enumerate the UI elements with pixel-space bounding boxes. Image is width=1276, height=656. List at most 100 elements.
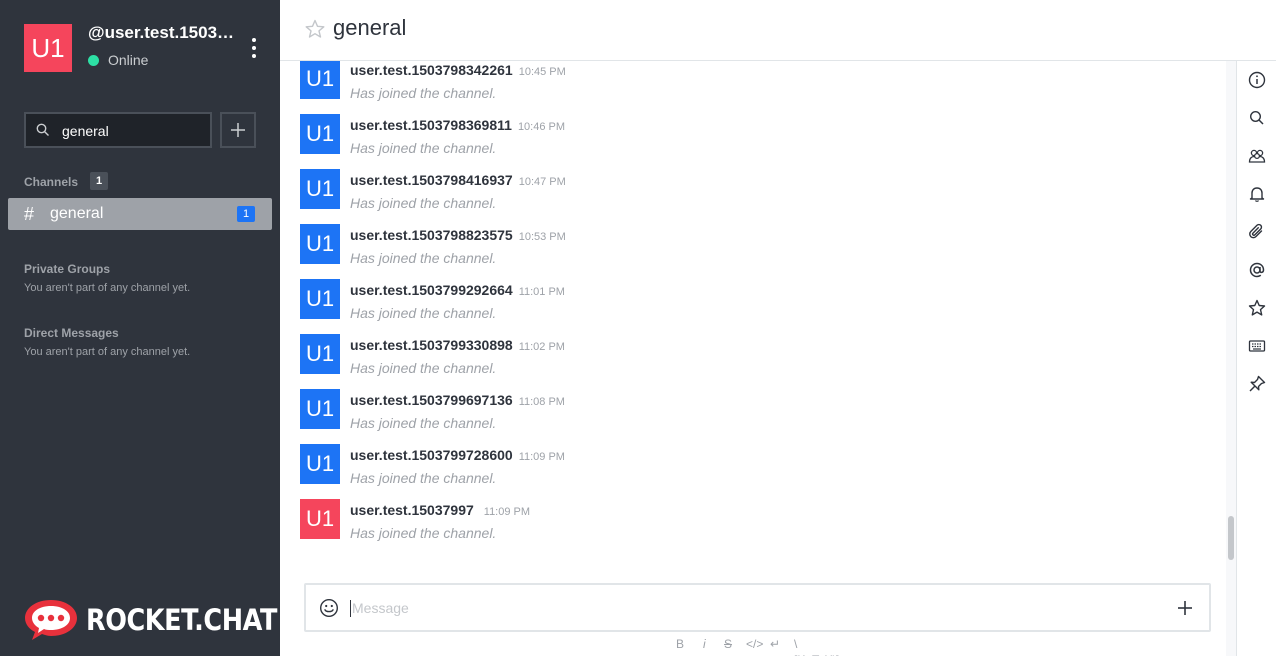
text-caret: [350, 600, 351, 617]
message-username[interactable]: user.test.1503799697136: [350, 392, 513, 408]
scrollbar-thumb[interactable]: [1228, 516, 1234, 560]
message-username[interactable]: user.test.1503799728600: [350, 447, 513, 463]
message-timestamp: 11:01 PM: [518, 286, 565, 298]
message: U1 user.test.1503798369811 10:46 PM Has j…: [300, 114, 1200, 158]
multiline-button[interactable]: ↵: [770, 636, 780, 652]
message: U1 user.test.1503799292664 11:01 PM Has j…: [300, 279, 1200, 323]
star-icon[interactable]: [1248, 299, 1266, 317]
message-avatar[interactable]: U1: [300, 61, 340, 99]
message-body: Has joined the channel.: [350, 305, 497, 321]
message-composer[interactable]: [304, 583, 1211, 632]
message-author[interactable]: user.test.1503798342261 10:45 PM: [350, 62, 566, 80]
code-button[interactable]: </>: [746, 636, 763, 652]
message-username[interactable]: user.test.1503799292664: [350, 282, 513, 298]
add-attachment-plus-icon[interactable]: [1177, 600, 1193, 616]
strike-button[interactable]: S: [724, 636, 732, 652]
message-author[interactable]: user.test.1503798416937 10:47 PM: [350, 172, 566, 190]
rocket-logo-icon: [25, 600, 77, 640]
kebab-menu-icon[interactable]: [248, 38, 260, 58]
message-avatar[interactable]: U1: [300, 279, 340, 319]
message-timestamp: 11:09 PM: [483, 506, 531, 518]
message-author[interactable]: user.test.15037997 11:09 PM: [350, 502, 530, 520]
message-username[interactable]: user.test.1503798416937: [350, 172, 513, 188]
message-timestamp: 11:09 PM: [518, 451, 565, 463]
message-timestamp: 10:46 PM: [517, 121, 566, 133]
logo-text: ROCKET.CHAT: [86, 603, 277, 637]
message: U1 user.test.1503799728600 11:09 PM Has j…: [300, 444, 1200, 488]
channels-count-badge: 1: [90, 172, 108, 190]
create-channel-button[interactable]: [220, 112, 256, 148]
user-header[interactable]: U1 @user.test.1503799728600 Online: [24, 24, 272, 72]
message-author[interactable]: user.test.1503799292664 11:01 PM: [350, 282, 565, 300]
search-input[interactable]: [62, 122, 202, 140]
unread-badge: 1: [237, 206, 255, 222]
direct-messages-empty-text: You aren't part of any channel yet.: [24, 346, 191, 358]
italic-button[interactable]: i: [703, 636, 706, 652]
message-author[interactable]: user.test.1503799330898 11:02 PM: [350, 337, 565, 355]
message: U1 user.test.1503799697136 11:08 PM Has j…: [300, 389, 1200, 433]
favorite-star-icon[interactable]: [305, 19, 325, 39]
message-avatar[interactable]: U1: [300, 169, 340, 209]
message-body: Has joined the channel.: [350, 360, 497, 376]
message-timestamp: 11:08 PM: [518, 396, 565, 408]
message-timestamp: 10:53 PM: [518, 231, 566, 243]
message-username[interactable]: user.test.15037997: [350, 502, 474, 518]
message-body: Has joined the channel.: [350, 525, 497, 541]
message-avatar[interactable]: U1: [300, 444, 340, 484]
message-list[interactable]: U1 user.test.1503798342261 10:45 PM Has j…: [280, 61, 1226, 571]
katex-button[interactable]: \[KaTeX\]: [794, 636, 839, 656]
status-label: Online: [108, 52, 149, 68]
message: U1 user.test.1503799330898 11:02 PM Has j…: [300, 334, 1200, 378]
bell-icon[interactable]: [1248, 185, 1266, 203]
plus-icon: [231, 123, 245, 137]
message-avatar[interactable]: U1: [300, 224, 340, 264]
message: U1 user.test.15037997 11:09 PM Has joined…: [300, 499, 1200, 543]
bold-button[interactable]: B: [676, 636, 684, 652]
paperclip-icon[interactable]: [1248, 223, 1266, 241]
message-avatar[interactable]: U1: [300, 334, 340, 374]
room-title: general: [333, 15, 407, 40]
message-author[interactable]: user.test.1503798369811 10:46 PM: [350, 117, 565, 135]
message-input[interactable]: [352, 599, 1132, 617]
message: U1 user.test.1503798823575 10:53 PM Has j…: [300, 224, 1200, 268]
rocket-chat-logo: ROCKET.CHAT: [24, 598, 277, 642]
status-online-icon: [88, 55, 99, 66]
message-avatar[interactable]: U1: [300, 114, 340, 154]
message-body: Has joined the channel.: [350, 470, 497, 486]
message-body: Has joined the channel.: [350, 415, 497, 431]
room-toolbar: [1236, 61, 1276, 656]
members-icon[interactable]: [1248, 147, 1266, 165]
message-avatar[interactable]: U1: [300, 389, 340, 429]
sidebar-item-general[interactable]: # general 1: [8, 198, 272, 230]
hashtag-icon: #: [24, 204, 35, 224]
message-body: Has joined the channel.: [350, 195, 497, 211]
message-scrollbar[interactable]: [1226, 61, 1236, 656]
message-author[interactable]: user.test.1503799728600 11:09 PM: [350, 447, 565, 465]
message-author[interactable]: user.test.1503799697136 11:08 PM: [350, 392, 565, 410]
direct-messages-section-title: Direct Messages: [24, 326, 119, 340]
username[interactable]: @user.test.1503799728600: [88, 24, 238, 42]
search-icon: [36, 123, 49, 136]
sidebar-item-label: general: [50, 205, 104, 222]
message-username[interactable]: user.test.1503799330898: [350, 337, 513, 353]
message-timestamp: 10:45 PM: [518, 66, 566, 78]
message-username[interactable]: user.test.1503798369811: [350, 117, 512, 133]
message: U1 user.test.1503798416937 10:47 PM Has j…: [300, 169, 1200, 213]
at-mention-icon[interactable]: [1248, 261, 1266, 279]
user-avatar[interactable]: U1: [24, 24, 72, 72]
message-avatar[interactable]: U1: [300, 499, 340, 539]
message-author[interactable]: user.test.1503798823575 10:53 PM: [350, 227, 566, 245]
message-timestamp: 11:02 PM: [518, 341, 565, 353]
message-body: Has joined the channel.: [350, 140, 497, 156]
search-icon[interactable]: [1248, 109, 1266, 127]
room-header: general: [280, 0, 1276, 61]
message: U1 user.test.1503798342261 10:45 PM Has j…: [300, 61, 1200, 103]
info-icon[interactable]: [1248, 71, 1266, 89]
message-username[interactable]: user.test.1503798823575: [350, 227, 513, 243]
sidebar-search[interactable]: [24, 112, 212, 148]
message-username[interactable]: user.test.1503798342261: [350, 62, 513, 78]
pin-icon[interactable]: [1248, 375, 1266, 393]
keyboard-icon[interactable]: [1248, 337, 1266, 355]
channels-section-title: Channels: [24, 175, 79, 189]
emoji-icon[interactable]: [319, 598, 339, 618]
